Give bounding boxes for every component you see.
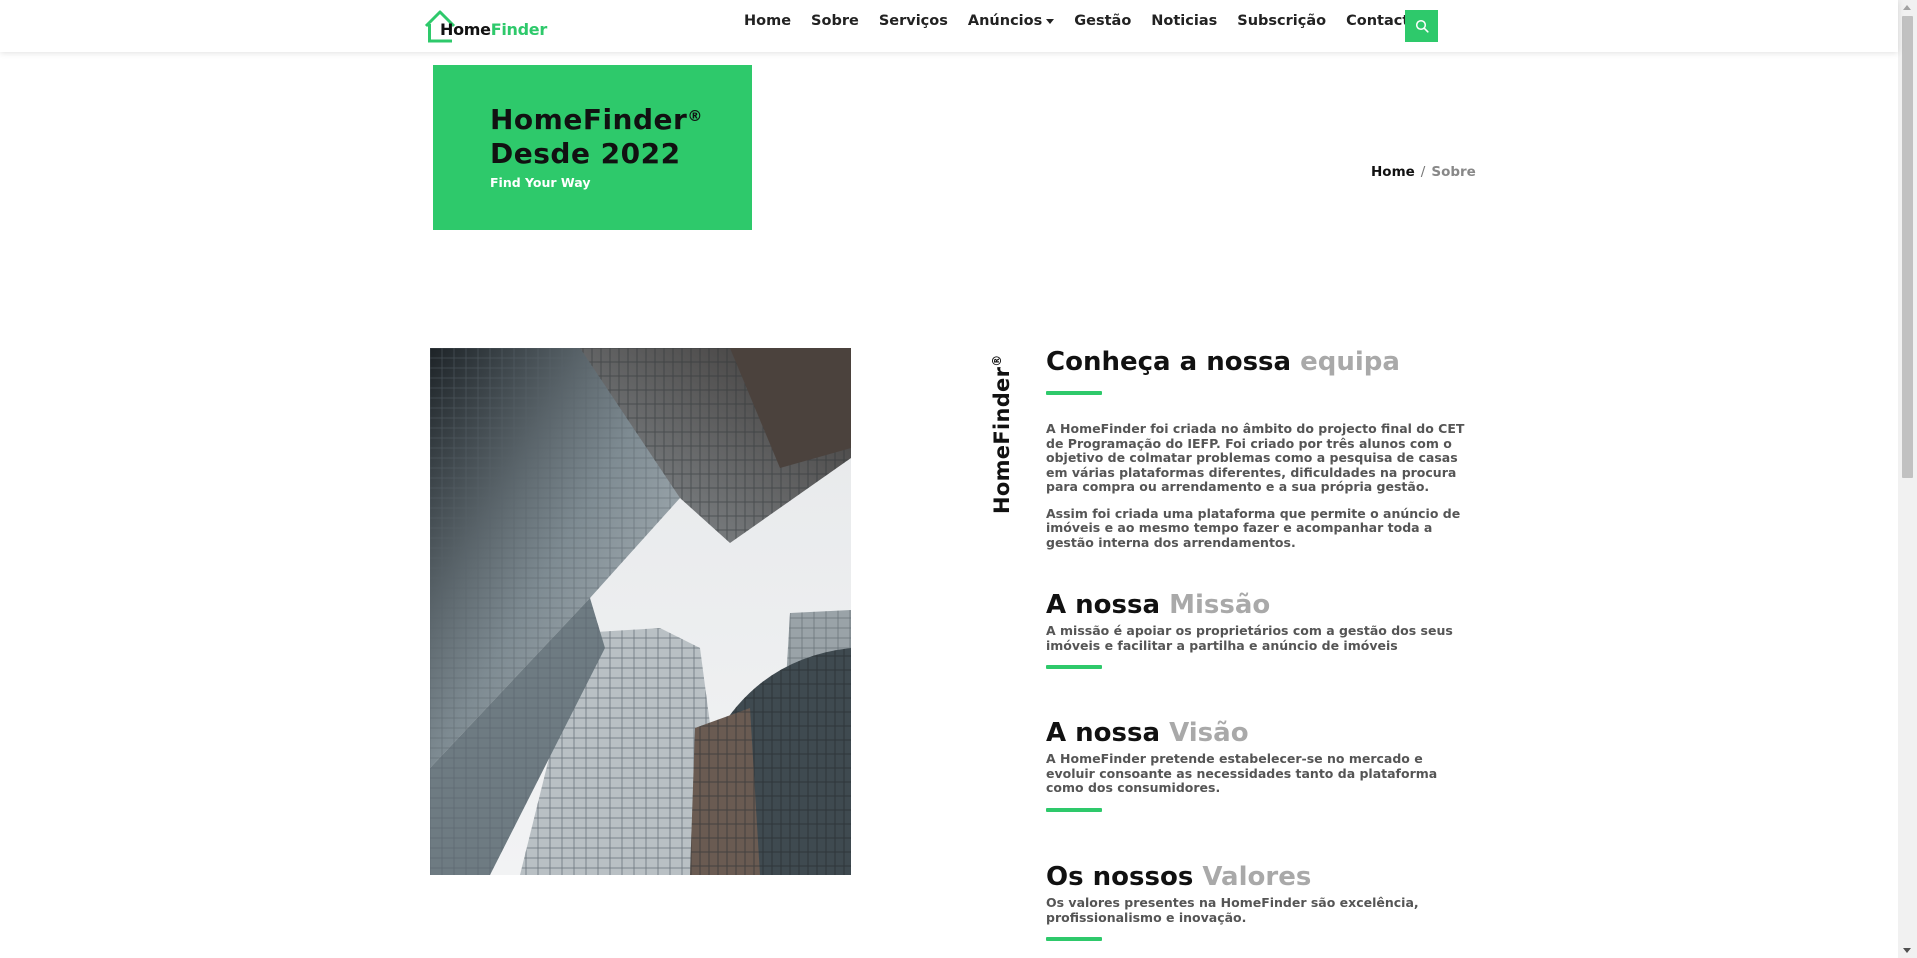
nav-item-sobre[interactable]: Sobre (811, 13, 859, 29)
team-paragraph-2: Assim foi criada uma plataforma que perm… (1046, 505, 1461, 550)
breadcrumb: Home / Sobre (1371, 164, 1476, 180)
mission-heading-gray: Missão (1169, 590, 1271, 620)
team-section: Conheça a nossa equipa A HomeFinder foi … (1046, 347, 1466, 550)
logo-home-text: Home (440, 20, 491, 39)
nav-menu: Home Sobre Serviços Anúncios Gestão Noti… (744, 13, 1448, 29)
vision-heading: A nossa Visão (1046, 718, 1466, 748)
values-section: Os nossos Valores Os valores presentes n… (1046, 862, 1466, 941)
nav-item-anuncios[interactable]: Anúncios (967, 13, 1055, 29)
nav-item-servicos[interactable]: Serviços (879, 13, 948, 29)
hero-title-brand: HomeFinder (490, 103, 688, 136)
mission-section: A nossa Missão A missão é apoiar os prop… (1046, 590, 1466, 669)
hero-title: HomeFinder® Desde 2022 (490, 103, 703, 171)
breadcrumb-home-link[interactable]: Home (1371, 164, 1415, 180)
breadcrumb-current: Sobre (1431, 164, 1476, 180)
logo-text: HomeFinder (440, 20, 547, 39)
skyscrapers-photo (430, 348, 851, 875)
mission-heading: A nossa Missão (1046, 590, 1466, 620)
vertical-brand-text: HomeFinder® (990, 354, 1014, 514)
vision-heading-dark: A nossa (1046, 718, 1161, 748)
team-heading-dark: Conheça a nossa (1046, 347, 1292, 377)
values-paragraph: Os valores presentes na HomeFinder são e… (1046, 895, 1419, 925)
values-heading-dark: Os nossos (1046, 862, 1194, 892)
nav-item-anuncios-label: Anúncios (967, 13, 1043, 29)
vision-divider (1046, 807, 1102, 812)
mission-divider (1046, 665, 1102, 669)
page-scrollbar[interactable] (1898, 0, 1917, 958)
team-divider (1046, 391, 1102, 395)
logo-finder-text: Finder (490, 20, 548, 39)
values-heading: Os nossos Valores (1046, 862, 1466, 892)
vision-paragraph: A HomeFinder pretende estabelecer-se no … (1046, 751, 1438, 795)
nav-item-gestao[interactable]: Gestão (1074, 13, 1131, 29)
scroll-down-arrow-icon[interactable] (1903, 948, 1911, 953)
vision-section: A nossa Visão A HomeFinder pretende esta… (1046, 718, 1466, 812)
nav-item-subscricao[interactable]: Subscrição (1237, 13, 1326, 29)
vertical-brand-name: HomeFinder (990, 366, 1014, 514)
vertical-registered-mark: ® (990, 354, 1004, 367)
nav-item-home[interactable]: Home (744, 13, 791, 29)
vision-heading-gray: Visão (1169, 718, 1249, 748)
hero-title-since: Desde 2022 (490, 137, 681, 170)
scroll-thumb[interactable] (1902, 16, 1913, 478)
caret-down-icon (1046, 18, 1055, 24)
mission-paragraph: A missão é apoiar os proprietários com a… (1046, 623, 1453, 653)
breadcrumb-separator: / (1420, 164, 1426, 180)
mission-heading-dark: A nossa (1046, 590, 1161, 620)
team-paragraph-1: A HomeFinder foi criada no âmbito do pro… (1046, 421, 1465, 494)
search-button[interactable] (1405, 10, 1438, 42)
skyscrapers-image (430, 348, 851, 875)
team-heading: Conheça a nossa equipa (1046, 347, 1466, 377)
logo[interactable]: HomeFinder (424, 8, 547, 44)
nav-item-noticias[interactable]: Noticias (1151, 13, 1217, 29)
values-heading-gray: Valores (1202, 862, 1312, 892)
team-heading-gray: equipa (1300, 347, 1400, 377)
hero-subtitle: Find Your Way (490, 175, 591, 190)
navbar: HomeFinder Home Sobre Serviços Anúncios … (0, 0, 1898, 52)
registered-mark: ® (687, 107, 703, 125)
scroll-up-arrow-icon[interactable] (1903, 5, 1911, 10)
values-divider (1046, 937, 1102, 941)
search-icon (1415, 19, 1429, 33)
hero-banner: HomeFinder® Desde 2022 Find Your Way (433, 65, 752, 230)
